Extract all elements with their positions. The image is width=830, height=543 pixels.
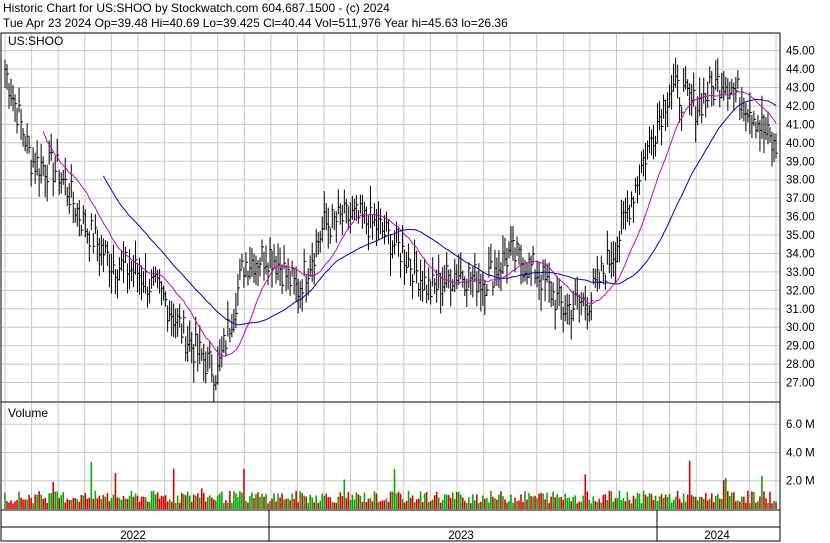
volume-tick-label: 6.0 M [786,419,815,431]
price-tick-label: 37.00 [786,193,815,205]
volume-tick-label: 2.0 M [786,476,815,488]
price-tick-label: 34.00 [786,248,815,260]
price-tick-label: 27.00 [786,378,815,390]
price-tick-label: 32.00 [786,285,815,297]
price-tick-label: 30.00 [786,322,815,334]
price-panel [0,32,781,403]
price-tick-label: 28.00 [786,359,815,371]
price-tick-label: 33.00 [786,267,815,279]
price-tick-label: 40.00 [786,138,815,150]
chart-header-line2: Tue Apr 23 2024 Op=39.48 Hi=40.69 Lo=39.… [3,16,508,30]
symbol-label: US:SHOO [8,34,63,48]
price-tick-label: 44.00 [786,64,815,76]
price-tick-label: 36.00 [786,212,815,224]
x-label-2024: 2024 [704,530,730,542]
price-tick-label: 38.00 [786,175,815,187]
x-axis-strip [0,509,781,542]
price-tick-label: 31.00 [786,304,815,316]
volume-y-axis: 2.0 M 4.0 M 6.0 M [786,419,815,488]
price-tick-label: 42.00 [786,101,815,113]
price-tick-label: 41.00 [786,119,815,131]
price-tick-label: 29.00 [786,341,815,353]
price-tick-label: 39.00 [786,156,815,168]
volume-tick-label: 4.0 M [786,447,815,459]
price-y-axis: 27.00 28.00 29.00 30.00 31.00 32.00 33.00 34.00… [786,46,815,390]
stock-chart: Historic Chart for US:SHOO by Stockwatch… [0,1,815,542]
volume-label: Volume [8,406,48,420]
x-label-2023: 2023 [448,530,474,542]
price-tick-label: 43.00 [786,82,815,94]
price-tick-label: 35.00 [786,230,815,242]
x-label-2022: 2022 [120,530,146,542]
price-tick-label: 45.00 [786,46,815,58]
chart-header-line1: Historic Chart for US:SHOO by Stockwatch… [3,1,390,15]
